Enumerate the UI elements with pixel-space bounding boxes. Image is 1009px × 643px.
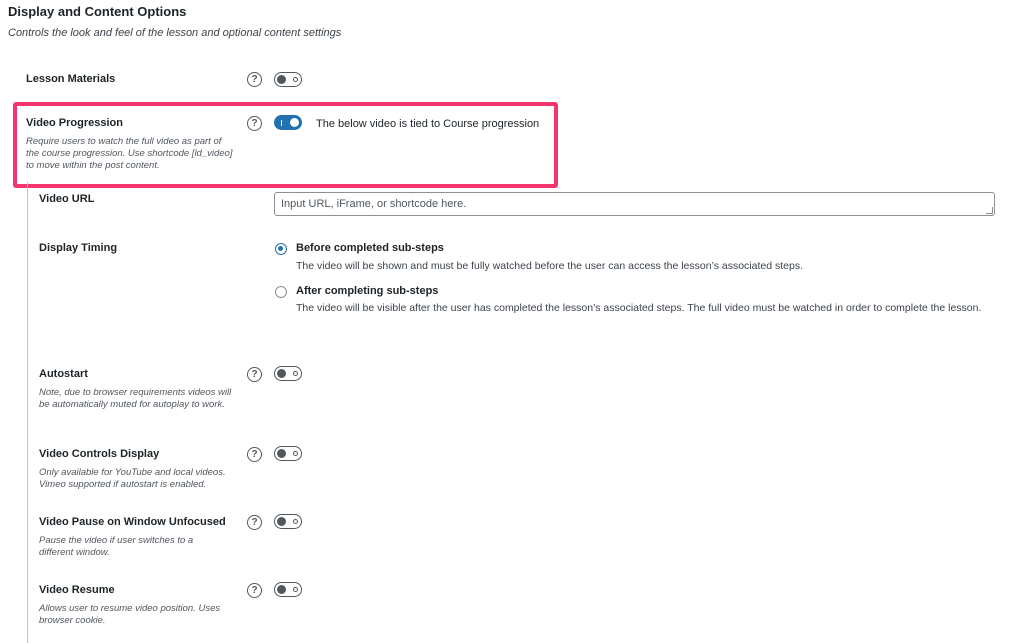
video-progression-description: Require users to watch the full video as… xyxy=(26,136,233,171)
video-url-label: Video URL xyxy=(39,193,95,205)
help-icon[interactable]: ? xyxy=(247,367,262,382)
toggle-knob xyxy=(277,369,286,378)
toggle-knob xyxy=(277,449,286,458)
option-after-description: The video will be visible after the user… xyxy=(296,302,982,314)
video-url-input[interactable]: Input URL, iFrame, or shortcode here. xyxy=(274,192,995,216)
section-description: Controls the look and feel of the lesson… xyxy=(8,27,342,39)
option-before-description: The video will be shown and must be full… xyxy=(296,260,804,272)
toggle-on-indicator xyxy=(281,119,282,126)
video-pause-description: Pause the video if user switches to a di… xyxy=(39,535,194,558)
toggle-off-indicator xyxy=(293,586,298,592)
lesson-materials-label: Lesson Materials xyxy=(26,73,116,85)
help-icon[interactable]: ? xyxy=(247,583,262,598)
video-resume-label: Video Resume xyxy=(39,584,115,596)
autostart-toggle[interactable] xyxy=(274,366,302,381)
resize-handle[interactable] xyxy=(986,207,993,214)
help-icon[interactable]: ? xyxy=(247,72,262,87)
video-pause-label: Video Pause on Window Unfocused xyxy=(39,516,226,528)
radio-before-completed[interactable] xyxy=(275,243,287,255)
radio-after-completing[interactable] xyxy=(275,286,287,298)
section-title: Display and Content Options xyxy=(8,4,187,19)
toggle-knob xyxy=(290,118,299,127)
toggle-off-indicator xyxy=(293,76,298,82)
toggle-knob xyxy=(277,75,286,84)
option-after-title: After completing sub-steps xyxy=(296,285,439,297)
toggle-off-indicator xyxy=(293,370,298,376)
autostart-label: Autostart xyxy=(39,368,88,380)
video-resume-description: Allows user to resume video position. Us… xyxy=(39,603,221,626)
lesson-materials-toggle[interactable] xyxy=(274,72,302,87)
subsettings-divider xyxy=(27,182,28,643)
video-controls-description: Only available for YouTube and local vid… xyxy=(39,467,226,490)
option-before-title: Before completed sub-steps xyxy=(296,242,444,254)
display-timing-label: Display Timing xyxy=(39,242,118,254)
toggle-off-indicator xyxy=(293,518,298,524)
video-controls-label: Video Controls Display xyxy=(39,448,160,460)
toggle-knob xyxy=(277,585,286,594)
autostart-description: Note, due to browser requirements videos… xyxy=(39,387,232,410)
help-icon[interactable]: ? xyxy=(247,447,262,462)
help-icon[interactable]: ? xyxy=(247,515,262,530)
help-icon[interactable]: ? xyxy=(247,116,262,131)
video-progression-label: Video Progression xyxy=(26,117,123,129)
video-resume-toggle[interactable] xyxy=(274,582,302,597)
video-controls-toggle[interactable] xyxy=(274,446,302,461)
toggle-off-indicator xyxy=(293,450,298,456)
toggle-knob xyxy=(277,517,286,526)
video-pause-toggle[interactable] xyxy=(274,514,302,529)
video-progression-toggle-text: The below video is tied to Course progre… xyxy=(316,118,540,130)
video-progression-toggle[interactable] xyxy=(274,115,302,130)
